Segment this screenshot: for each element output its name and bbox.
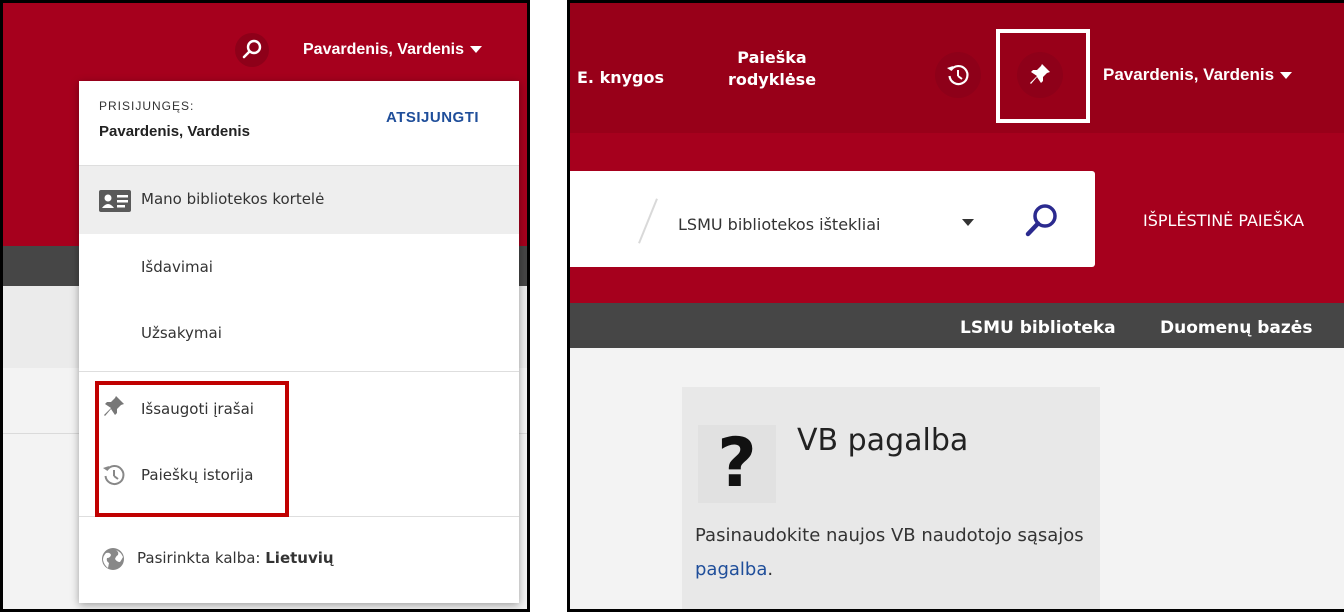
- search-history-button[interactable]: [935, 52, 981, 98]
- left-screenshot-panel: Pavardenis, Vardenis PRISIJUNGĘS: Pavard…: [0, 0, 530, 612]
- language-selector[interactable]: Pasirinkta kalba: Lietuvių: [137, 549, 334, 567]
- nav-index-search[interactable]: Paieška rodyklėse: [716, 47, 828, 91]
- help-text-body: Pasinaudokite naujos VB naudotojo sąsajo…: [695, 525, 1084, 546]
- caret-down-icon: [1280, 72, 1293, 80]
- help-text-end: .: [767, 559, 774, 580]
- search-bar: LSMU bibliotekos ištekliai: [570, 171, 1095, 267]
- language-label: Pasirinkta kalba:: [137, 549, 261, 567]
- logged-in-user-name: Pavardenis, Vardenis: [99, 123, 250, 140]
- search-scope-dropdown[interactable]: LSMU bibliotekos ištekliai: [678, 215, 880, 234]
- help-card-text: Pasinaudokite naujos VB naudotojo sąsajo…: [695, 519, 1095, 587]
- nav-index-search-line1: Paieška: [737, 48, 807, 67]
- search-button[interactable]: [1019, 199, 1063, 243]
- user-dropdown-menu: PRISIJUNGĘS: Pavardenis, Vardenis ATSIJU…: [79, 81, 519, 603]
- highlight-box: [95, 381, 289, 517]
- right-screenshot-panel: E. knygos Paieška rodyklėse Pavardenis, …: [567, 0, 1344, 612]
- user-menu-button[interactable]: Pavardenis, Vardenis: [1103, 65, 1293, 85]
- advanced-search-link[interactable]: IŠPLĖSTINĖ PAIEŠKA: [1143, 211, 1304, 230]
- globe-icon: [102, 548, 124, 570]
- help-link[interactable]: pagalba: [695, 559, 767, 580]
- subnav-library[interactable]: LSMU biblioteka: [960, 318, 1116, 338]
- user-menu-button[interactable]: Pavardenis, Vardenis: [303, 41, 482, 59]
- subnav-databases[interactable]: Duomenų bazės: [1160, 318, 1312, 338]
- divider: [79, 371, 519, 372]
- language-value: Lietuvių: [265, 549, 334, 567]
- search-icon: [242, 39, 262, 59]
- caret-down-icon: [962, 219, 974, 226]
- search-button[interactable]: [235, 33, 269, 67]
- caret-down-icon: [469, 46, 482, 54]
- history-icon: [947, 64, 969, 86]
- question-mark-icon: ?: [698, 425, 776, 503]
- menu-item-requests[interactable]: Užsakymai: [141, 324, 222, 342]
- highlight-box: [996, 29, 1090, 123]
- divider: [638, 198, 658, 244]
- menu-item-library-card[interactable]: Mano bibliotekos kortelė: [79, 166, 519, 234]
- menu-item-label: Mano bibliotekos kortelė: [141, 190, 325, 208]
- user-name: Pavardenis, Vardenis: [303, 41, 464, 58]
- menu-item-loans[interactable]: Išdavimai: [141, 258, 213, 276]
- nav-ebooks[interactable]: E. knygos: [577, 67, 664, 89]
- logged-in-label: PRISIJUNGĘS:: [99, 99, 195, 113]
- help-card-title: VB pagalba: [797, 423, 969, 458]
- user-name: Pavardenis, Vardenis: [1103, 65, 1275, 84]
- library-card-icon: [99, 190, 131, 212]
- logout-button[interactable]: ATSIJUNGTI: [386, 109, 479, 126]
- help-card: ? VB pagalba Pasinaudokite naujos VB nau…: [682, 387, 1100, 609]
- nav-index-search-line2: rodyklėse: [727, 70, 817, 89]
